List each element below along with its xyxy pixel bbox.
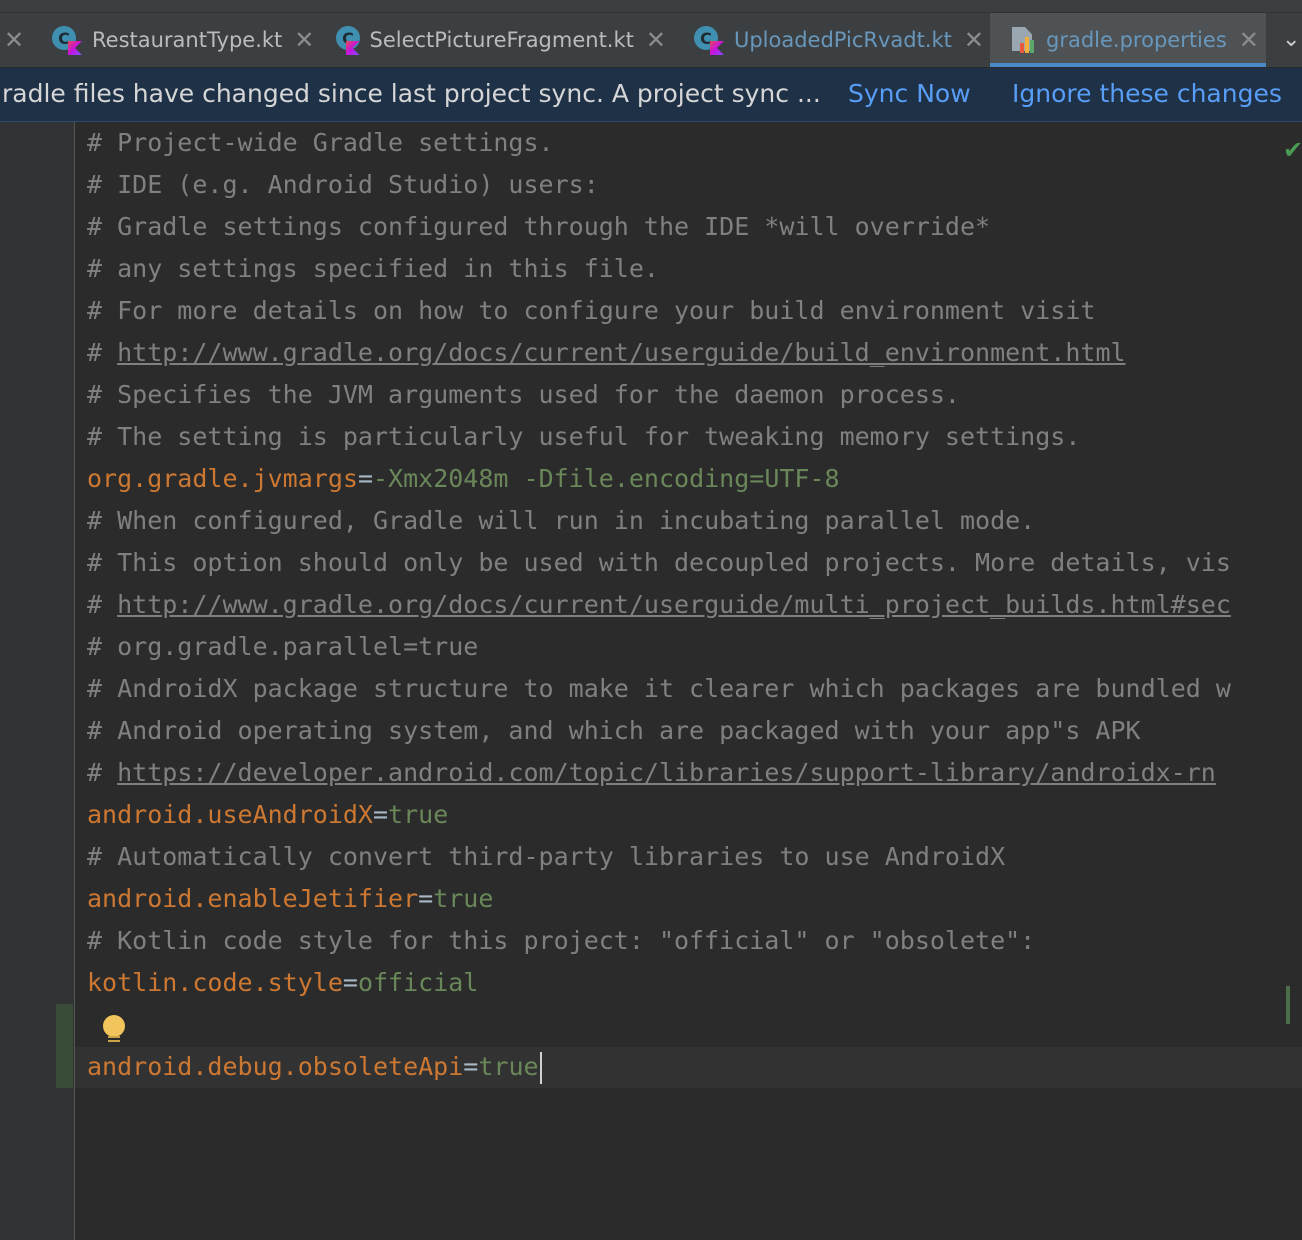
code-line[interactable]: # For more details on how to configure y… (87, 290, 1302, 332)
code-line[interactable]: # https://developer.android.com/topic/li… (87, 752, 1302, 794)
tab-label: SelectPictureFragment.kt (369, 28, 634, 52)
property-key: org.gradle.jvmargs (87, 464, 358, 493)
code-line[interactable]: # Automatically convert third-party libr… (87, 836, 1302, 878)
code-line[interactable]: org.gradle.jvmargs=-Xmx2048m -Dfile.enco… (87, 458, 1302, 500)
comment-text: # IDE (e.g. Android Studio) users: (87, 170, 599, 199)
comment-text: # (87, 590, 118, 619)
comment-text: # Project-wide Gradle settings. (87, 128, 554, 157)
comment-link[interactable]: http://www.gradle.org/docs/current/userg… (117, 338, 1125, 367)
close-icon[interactable]: ✕ (1239, 26, 1259, 54)
comment-text: # (87, 338, 118, 367)
code-line[interactable]: # IDE (e.g. Android Studio) users: (87, 164, 1302, 206)
equals-sign: = (463, 1052, 479, 1081)
scrollbar-change-marker[interactable] (1286, 986, 1290, 1024)
properties-file-icon (1010, 25, 1038, 55)
code-line[interactable]: android.useAndroidX=true (87, 794, 1302, 836)
code-line[interactable]: # any settings specified in this file. (87, 248, 1302, 290)
editor-gutter[interactable] (0, 122, 75, 1240)
comment-link[interactable]: http://www.gradle.org/docs/current/userg… (117, 590, 1231, 619)
code-line[interactable]: kotlin.code.style=official (87, 962, 1302, 1004)
tab-label: RestaurantType.kt (92, 28, 283, 52)
equals-sign: = (357, 464, 373, 493)
kotlin-file-icon: C (52, 25, 82, 55)
code-line[interactable]: android.enableJetifier=true (87, 878, 1302, 920)
close-icon[interactable]: ✕ (4, 26, 24, 54)
code-line[interactable]: # This option should only be used with d… (87, 542, 1302, 584)
comment-text: # any settings specified in this file. (87, 254, 659, 283)
comment-text: # Gradle settings configured through the… (87, 212, 991, 241)
ignore-changes-link[interactable]: Ignore these changes (1012, 79, 1282, 108)
code-line[interactable]: # org.gradle.parallel=true (87, 626, 1302, 668)
kotlin-file-icon: C (694, 25, 724, 55)
code-line[interactable]: # When configured, Gradle will run in in… (87, 500, 1302, 542)
comment-text: # For more details on how to configure y… (87, 296, 1096, 325)
code-line[interactable]: # Android operating system, and which ar… (87, 710, 1302, 752)
property-value: true (478, 1052, 539, 1081)
comment-text: # Kotlin code style for this project: "o… (87, 926, 1036, 955)
close-icon[interactable]: ✕ (964, 26, 984, 54)
comment-text: # When configured, Gradle will run in in… (87, 506, 1036, 535)
close-icon[interactable]: ✕ (646, 26, 666, 54)
property-key: android.debug.obsoleteApi (87, 1052, 464, 1081)
tab-label: gradle.properties (1046, 28, 1227, 52)
comment-text: # AndroidX package structure to make it … (87, 674, 1231, 703)
code-line[interactable]: # http://www.gradle.org/docs/current/use… (87, 332, 1302, 374)
tab-restauranttype[interactable]: C RestaurantType.kt ✕ (52, 13, 324, 67)
comment-text: # Automatically convert third-party libr… (87, 842, 1006, 871)
code-line[interactable]: # Gradle settings configured through the… (87, 206, 1302, 248)
comment-link[interactable]: https://developer.android.com/topic/libr… (117, 758, 1216, 787)
window-top-strip (0, 0, 1302, 13)
code-editor[interactable]: # Project-wide Gradle settings. # IDE (e.… (87, 122, 1302, 1088)
sync-now-link[interactable]: Sync Now (848, 79, 971, 108)
banner-message: radle files have changed since last proj… (2, 79, 821, 108)
property-key: android.enableJetifier (87, 884, 419, 913)
equals-sign: = (372, 800, 389, 829)
property-key: android.useAndroidX (87, 800, 373, 829)
property-value: -Xmx2048m -Dfile.encoding=UTF-8 (373, 464, 840, 493)
code-line[interactable]: # AndroidX package structure to make it … (87, 668, 1302, 710)
code-line[interactable]: # The setting is particularly useful for… (87, 416, 1302, 458)
comment-text: # Specifies the JVM arguments used for t… (87, 380, 960, 409)
tab-label: UploadedPicRvadt.kt (733, 28, 952, 52)
tab-close-overflow[interactable]: ✕ (4, 13, 24, 67)
comment-text: # The setting is particularly useful for… (87, 422, 1081, 451)
code-line[interactable] (87, 1004, 1302, 1046)
close-icon[interactable]: ✕ (294, 26, 314, 54)
comment-text: # (87, 758, 118, 787)
code-line[interactable]: # http://www.gradle.org/docs/current/use… (87, 584, 1302, 626)
kotlin-file-icon: C (336, 25, 360, 55)
property-value: true (433, 884, 494, 913)
code-line[interactable]: # Project-wide Gradle settings. (87, 122, 1302, 164)
tab-selectpicturefragment[interactable]: C SelectPictureFragment.kt ✕ (336, 13, 666, 67)
code-line[interactable]: android.debug.obsoleteApi=true (87, 1046, 1302, 1088)
gradle-sync-banner: radle files have changed since last proj… (0, 68, 1302, 122)
checkmark-icon[interactable]: ✔ (1283, 136, 1302, 164)
tab-uploadedpicrvadt[interactable]: C UploadedPicRvadt.kt ✕ (694, 13, 984, 67)
comment-text: # This option should only be used with d… (87, 548, 1231, 577)
comment-text: # Android operating system, and which ar… (87, 716, 1141, 745)
equals-sign: = (342, 968, 358, 997)
editor-tab-bar: ✕ C RestaurantType.kt ✕ C SelectPictureF… (0, 13, 1302, 68)
chevron-down-icon[interactable]: ⌄ (1282, 27, 1300, 52)
code-line[interactable]: # Specifies the JVM arguments used for t… (87, 374, 1302, 416)
property-value: true (388, 800, 449, 829)
property-key: kotlin.code.style (87, 968, 343, 997)
comment-text: # org.gradle.parallel=true (87, 632, 479, 661)
vcs-change-marker[interactable] (56, 1004, 73, 1088)
text-cursor (539, 1052, 542, 1084)
property-value: official (357, 968, 479, 997)
tab-gradle-properties[interactable]: gradle.properties ✕ (990, 13, 1266, 67)
equals-sign: = (418, 884, 434, 913)
code-line[interactable]: # Kotlin code style for this project: "o… (87, 920, 1302, 962)
